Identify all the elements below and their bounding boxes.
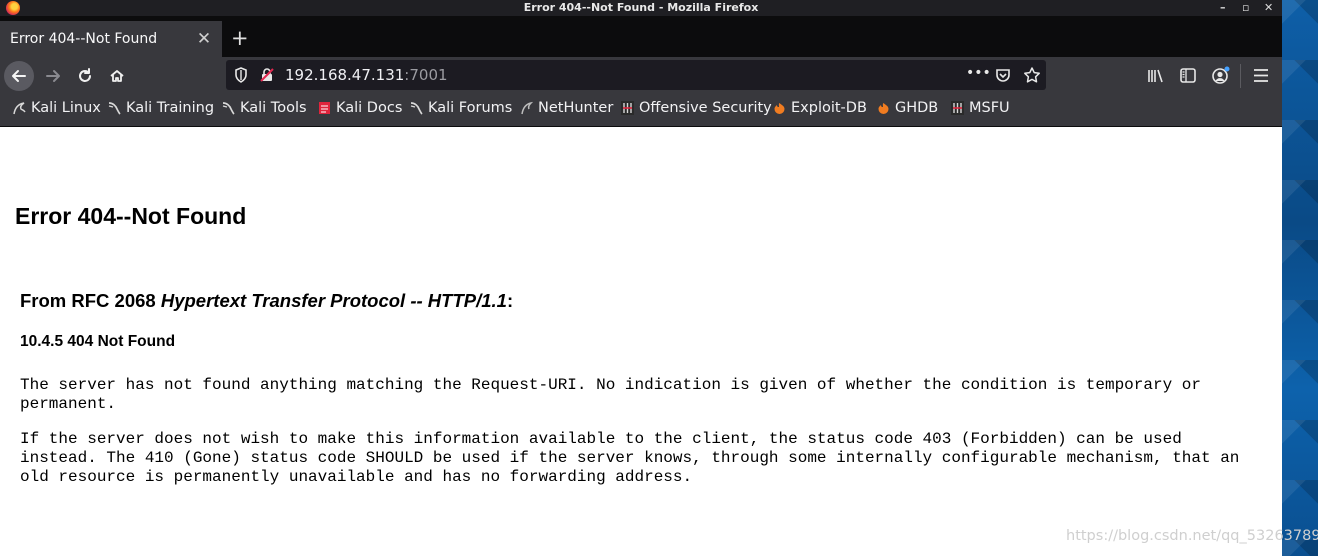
bookmarks-toolbar: Kali Linux Kali Training Kali Tools Kali… [0,94,1282,127]
kali-dragon-icon [222,101,235,115]
page-heading: Error 404--Not Found [15,203,247,229]
rfc-heading: From RFC 2068 Hypertext Transfer Protoco… [20,290,513,312]
page-content: Error 404--Not Found From RFC 2068 Hyper… [0,127,1282,556]
window-title: Error 404--Not Found - Mozilla Firefox [523,1,759,14]
watermark: https://blog.csdn.net/qq_53263789 [1066,528,1318,544]
bookmark-ghdb[interactable]: GHDB [877,100,938,116]
reload-button[interactable] [70,61,100,91]
section-heading: 10.4.5 404 Not Found [20,333,176,350]
kali-dragon-icon [410,101,423,115]
bookmark-offensive-security[interactable]: Offensive Security [621,100,772,116]
kali-dragon-icon [108,101,121,115]
url-text[interactable]: 192.168.47.131:7001 [285,66,448,84]
pocket-icon[interactable] [995,67,1011,83]
library-icon[interactable] [1147,68,1165,84]
bookmark-label: Kali Training [126,100,215,116]
bookmark-kali-forums[interactable]: Kali Forums [410,100,512,116]
window-titlebar: Error 404--Not Found - Mozilla Firefox –… [0,0,1282,16]
bookmark-kali-linux[interactable]: Kali Linux [13,100,101,116]
tab-active[interactable]: Error 404--Not Found ✕ [0,21,222,57]
tracking-shield-icon[interactable] [234,67,248,83]
bookmark-kali-training[interactable]: Kali Training [108,100,214,116]
browser-window: Error 404--Not Found - Mozilla Firefox –… [0,0,1282,556]
reload-icon [79,68,91,82]
minimize-button[interactable]: – [1220,1,1226,14]
arrow-right-icon [46,70,60,82]
url-host: 192.168.47.131 [285,66,405,84]
offsec-icon [951,101,964,115]
back-button[interactable] [4,61,34,91]
sidebar-icon[interactable] [1180,68,1196,83]
paragraph-2: If the server does not wish to make this… [20,430,1240,486]
url-port: :7001 [404,66,448,84]
kali-docs-icon [318,101,331,115]
bookmark-label: MSFU [969,100,1010,116]
paragraph-1: The server has not found anything matchi… [20,376,1201,413]
hamburger-menu-icon[interactable] [1253,68,1269,83]
toolbar-separator [1240,64,1241,88]
desktop-background [1282,0,1318,556]
rfc-prefix: From RFC 2068 [20,290,161,311]
bookmark-kali-tools[interactable]: Kali Tools [222,100,307,116]
kali-dragon-icon [13,101,26,115]
rfc-title: Hypertext Transfer Protocol -- HTTP/1.1 [160,290,507,311]
account-icon[interactable] [1211,66,1230,85]
bookmark-label: Exploit-DB [791,100,867,116]
offsec-icon [621,101,634,115]
tab-strip: Error 404--Not Found ✕ + [0,16,1282,57]
home-icon [110,70,124,82]
home-button[interactable] [102,61,132,91]
bookmark-label: Offensive Security [639,100,772,116]
bookmark-label: Kali Forums [428,100,513,116]
bookmark-label: GHDB [895,100,939,116]
maximize-button[interactable]: ▫ [1242,1,1249,14]
close-window-button[interactable]: ✕ [1264,1,1273,14]
rfc-suffix: : [506,290,514,311]
navigation-toolbar: 192.168.47.131:7001 ••• [0,57,1282,94]
bookmark-star-icon[interactable] [1023,66,1041,84]
exploitdb-icon [877,101,890,115]
new-tab-button[interactable]: + [231,27,249,49]
bookmark-label: Kali Linux [31,100,101,116]
forward-button[interactable] [38,61,68,91]
nethunter-icon [520,101,534,115]
bookmark-kali-docs[interactable]: Kali Docs [318,100,402,116]
bookmark-label: Kali Docs [336,100,403,116]
bookmark-exploit-db[interactable]: Exploit-DB [773,100,867,116]
page-actions-menu[interactable]: ••• [966,65,991,81]
arrow-left-icon [12,70,26,82]
tab-title: Error 404--Not Found [10,31,158,47]
insecure-lock-icon[interactable] [259,67,275,83]
bookmark-label: NetHunter [538,100,614,116]
url-bar[interactable]: 192.168.47.131:7001 ••• [226,60,1046,90]
bookmark-msfu[interactable]: MSFU [951,100,1010,116]
bookmark-label: Kali Tools [240,100,307,116]
exploitdb-icon [773,101,786,115]
tab-close-icon[interactable]: ✕ [196,29,212,49]
bookmark-nethunter[interactable]: NetHunter [520,100,613,116]
